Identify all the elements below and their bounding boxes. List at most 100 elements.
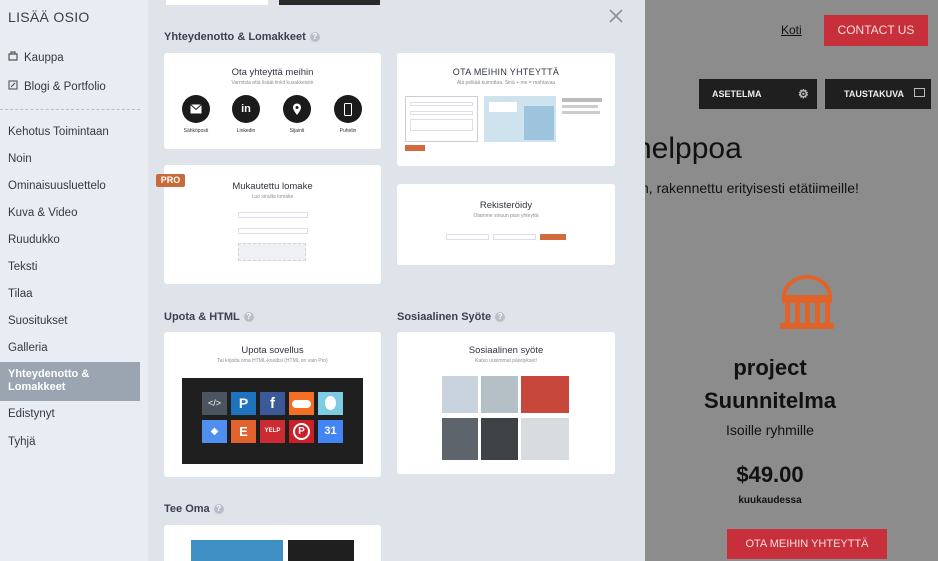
close-icon[interactable] — [608, 7, 624, 30]
help-icon[interactable]: ? — [243, 312, 254, 322]
sidebar-item-cta[interactable]: Kehotus Toimintaan — [8, 124, 109, 140]
pro-badge: PRO — [156, 174, 185, 187]
template-card-register[interactable]: Rekisteröidy Otamme sinuun pian yhteyttä — [397, 184, 615, 265]
sidebar-item-advanced[interactable]: Edistynyt — [8, 406, 55, 422]
card-title: Rekisteröidy — [479, 200, 533, 211]
icon-caption: Puhelin — [339, 128, 357, 134]
sidebar-item-testimonials[interactable]: Suositukset — [8, 313, 67, 329]
address-line-preview — [562, 98, 602, 102]
layout-video-preview — [288, 540, 354, 561]
image-icon — [914, 88, 925, 97]
template-card-contact-map[interactable]: OTA MEIHIN YHTEYTTÄ Älä pelkää kuinottaa… — [397, 53, 615, 166]
sidebar-item-shop[interactable]: Kauppa — [8, 50, 64, 66]
nav-home-link[interactable]: Koti — [781, 23, 802, 37]
soundcloud-icon — [289, 392, 314, 415]
sidebar-item-label: Blogi & Portfolio — [24, 81, 106, 93]
card-title: Ota yhteyttä meihin — [231, 67, 314, 78]
card-title: Sosiaalinen syöte — [468, 345, 544, 356]
help-icon[interactable]: ? — [495, 312, 506, 322]
sidebar-item-contact-forms[interactable]: Yhteydenotto & Lomakkeet — [0, 362, 140, 401]
social-post-thumb — [481, 376, 518, 413]
section-heading-own: Tee Oma? — [164, 503, 224, 515]
template-card-embed-app[interactable]: Upota sovellus Tai kirjoita oma HTML-koo… — [164, 332, 381, 477]
eventbrite-icon: E — [231, 420, 256, 443]
map-preview — [484, 96, 556, 142]
add-section-sidebar: LISÄÄ OSIO Kauppa Blogi & Portfolio Keho… — [0, 0, 148, 561]
sidebar-item-features[interactable]: Ominaisuusluettelo — [8, 178, 106, 194]
template-card-social-feed[interactable]: Sosiaalinen syöte Katso uusimmat päivity… — [397, 332, 615, 474]
shop-icon — [8, 51, 19, 67]
hero-heading: helppoa — [645, 132, 742, 165]
settings-button[interactable]: ASETELMA ⚙ — [699, 79, 817, 109]
code-icon: </> — [202, 392, 227, 415]
building-icon — [776, 273, 838, 336]
phone-icon — [334, 95, 362, 123]
yelp-icon: YELP — [260, 420, 285, 443]
app-icons-preview: </> P f ◆ E YELP P 31 — [182, 378, 363, 464]
social-post-thumb — [521, 376, 569, 413]
plan-period: kuukaudessa — [738, 495, 802, 506]
template-card-custom-layout[interactable] — [164, 525, 381, 561]
sidebar-item-subscribe[interactable]: Tilaa — [8, 286, 33, 302]
card-subtitle: Tai kirjoita oma HTML-koodisi (HTML on v… — [217, 358, 328, 364]
submit-button-preview — [540, 234, 566, 240]
template-card-custom-form[interactable]: Mukautettu lomake Luo sinulta lomake — [164, 165, 381, 284]
card-title: Mukautettu lomake — [232, 181, 313, 192]
section-heading-social: Sosiaalinen Syöte? — [397, 311, 506, 323]
plan-price: $49.00 — [736, 462, 804, 487]
template-card-cropped[interactable] — [279, 0, 380, 5]
section-heading-embed: Upota & HTML? — [164, 311, 254, 323]
sidebar-item-text[interactable]: Teksti — [8, 259, 37, 275]
template-card-contact-icons[interactable]: Ota yhteyttä meihin Varmista että lisäät… — [164, 53, 381, 149]
form-field-preview — [238, 228, 308, 234]
contact-us-button[interactable]: CONTACT US — [824, 15, 928, 46]
social-post-thumb — [481, 418, 518, 460]
paypal-icon: P — [231, 392, 256, 415]
card-subtitle: Luo sinulta lomake — [251, 194, 294, 200]
sidebar-item-blog[interactable]: Blogi & Portfolio — [8, 79, 106, 95]
form-field-preview — [446, 234, 489, 240]
submit-button-preview — [405, 145, 425, 151]
sidebar-item-label: Kauppa — [24, 52, 64, 64]
mail-icon — [182, 95, 210, 123]
sidebar-item-gallery[interactable]: Galleria — [8, 340, 48, 356]
address-line-preview — [562, 111, 600, 114]
plan-name-line2: Suunnitelma — [703, 388, 836, 413]
social-post-thumb — [442, 376, 478, 413]
sidebar-item-image-video[interactable]: Kuva & Video — [8, 205, 77, 221]
icon-caption: Sähköposti — [183, 128, 209, 134]
gear-icon: ⚙ — [798, 87, 809, 101]
background-image-button[interactable]: TAUSTAKUVA — [825, 79, 931, 109]
help-icon[interactable]: ? — [213, 504, 224, 514]
icon-caption: Sijainti — [289, 128, 305, 134]
plan-description: Isoille ryhmille — [726, 422, 814, 438]
upload-field-preview — [238, 243, 306, 261]
hero-subheading: n, rakennettu erityisesti etätiimeille! — [645, 180, 859, 196]
form-preview — [405, 96, 478, 142]
social-post-thumb — [521, 418, 569, 460]
help-icon[interactable]: ? — [309, 32, 320, 42]
form-field-preview — [238, 212, 308, 218]
sidebar-divider — [0, 109, 140, 110]
icon-caption: Linkedin — [236, 128, 256, 134]
sidebar-title: LISÄÄ OSIO — [8, 9, 90, 25]
section-heading-contact: Yhteydenotto & Lomakkeet? — [164, 31, 320, 43]
sidebar-item-label: Yhteydenotto & Lomakkeet — [8, 368, 90, 393]
mailchimp-icon — [318, 392, 343, 415]
card-subtitle: Katso uusimmat päivitykset! — [475, 358, 537, 364]
card-subtitle: Älä pelkää kuinottaa. Sinä + me = mahtav… — [456, 80, 556, 86]
social-post-thumb — [442, 418, 478, 460]
location-icon — [283, 95, 311, 123]
template-card-cropped[interactable] — [166, 0, 268, 5]
pinterest-icon: P — [289, 420, 314, 443]
google-maps-icon: ◆ — [202, 420, 227, 443]
sidebar-item-blank[interactable]: Tyhjä — [8, 434, 36, 450]
website-preview: Koti CONTACT US ASETELMA ⚙ TAUSTAKUVA he… — [645, 0, 938, 561]
sidebar-item-about[interactable]: Noin — [8, 151, 32, 167]
form-field-preview — [493, 234, 536, 240]
address-line-preview — [562, 105, 598, 108]
plan-name-line1: project — [733, 355, 807, 380]
contact-cta-button[interactable]: OTA MEIHIN YHTEYTTÄ — [727, 529, 887, 559]
calendar-icon: 31 — [318, 420, 343, 443]
sidebar-item-grid[interactable]: Ruudukko — [8, 232, 60, 248]
